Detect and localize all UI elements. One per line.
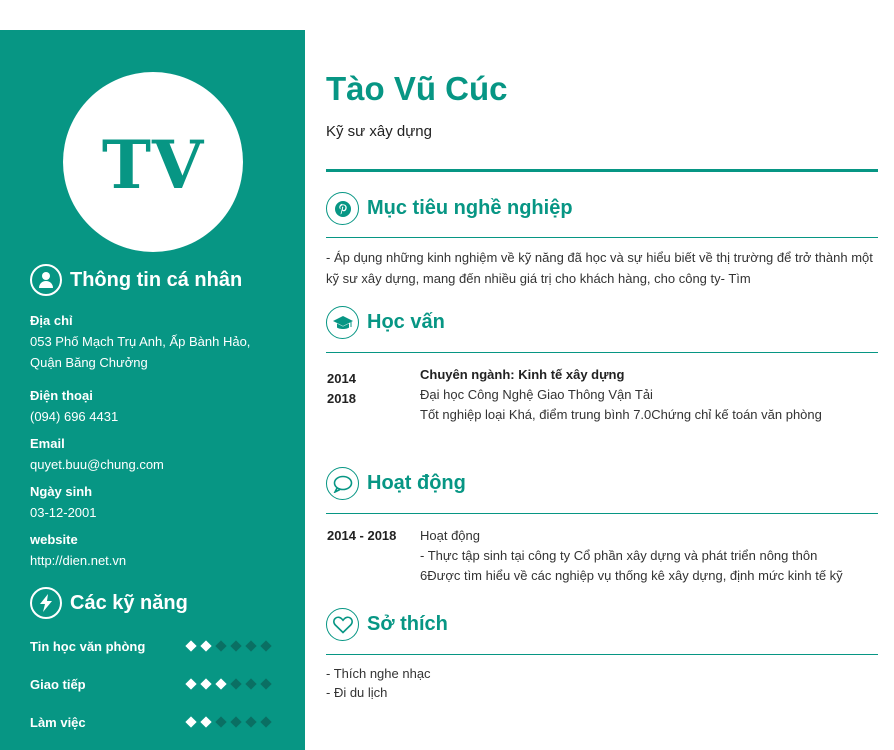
activities-divider [326, 513, 878, 514]
sidebar: TV Thông tin cá nhân Địa chỉ 053 Phố Mạc… [0, 30, 305, 750]
activities-period: 2014 - 2018 [327, 528, 397, 543]
hobbies-divider [326, 654, 878, 655]
skill-row-work: Làm việc [30, 712, 280, 732]
lightning-icon [30, 587, 62, 619]
skill-diamond-empty [245, 640, 257, 652]
phone-value: (094) 696 4431 [30, 409, 119, 424]
skill-name: Làm việc [30, 714, 86, 730]
education-divider [326, 352, 878, 353]
skill-diamond-empty [245, 678, 257, 690]
address-value: 053 Phố Mạch Trụ Anh, Ấp Bành Hảo, Quận … [30, 334, 251, 370]
user-icon [30, 264, 62, 296]
skill-diamond-empty [230, 640, 242, 652]
website-value[interactable]: http://dien.net.vn [30, 550, 280, 571]
hobbies-title: Sở thích [367, 613, 448, 635]
education-end-year: 2018 [327, 391, 356, 406]
skill-diamond-empty [260, 640, 272, 652]
objective-title: Mục tiêu nghề nghiệp [367, 197, 573, 219]
skill-row-office: Tin học văn phòng [30, 636, 280, 656]
skill-diamond-empty [260, 678, 272, 690]
hobbies-heading: Sở thích [326, 608, 448, 641]
skill-name: Tin học văn phòng [30, 638, 146, 654]
skills-heading: Các kỹ năng [30, 587, 188, 619]
heart-icon [326, 608, 359, 641]
skill-rating [185, 640, 272, 652]
skill-diamond-empty [230, 678, 242, 690]
activities-line-1: - Thực tập sinh tại công ty Cổ phần xây … [420, 548, 818, 563]
objective-text: - Áp dụng những kinh nghiệm về kỹ năng đ… [326, 250, 873, 286]
education-detail: Tốt nghiệp loại Khá, điểm trung bình 7.0… [420, 407, 822, 422]
website-label: website [30, 532, 78, 547]
education-start-year: 2014 [327, 371, 356, 386]
activities-title-text: Hoạt động [420, 528, 480, 543]
objective-heading: Mục tiêu nghề nghiệp [326, 192, 573, 225]
skill-diamond-empty [215, 716, 227, 728]
phone-label: Điện thoại [30, 388, 93, 403]
education-title: Học vấn [367, 311, 445, 333]
objective-divider [326, 237, 878, 238]
skill-diamond-filled [215, 678, 227, 690]
candidate-name: Tào Vũ Cúc [326, 70, 508, 107]
activities-line-2: 6Được tìm hiểu về các nghiệp vụ thống kê… [420, 568, 843, 583]
skill-diamond-filled [200, 716, 212, 728]
skill-row-communication: Giao tiếp [30, 674, 280, 694]
avatar: TV [63, 72, 243, 252]
education-major: Chuyên ngành: Kinh tế xây dựng [420, 367, 625, 382]
personal-info-heading: Thông tin cá nhân [30, 264, 242, 296]
skill-diamond-filled [185, 678, 197, 690]
hobby-item: - Đi du lịch [326, 685, 388, 700]
activities-heading: Hoạt động [326, 467, 466, 500]
skill-diamond-filled [200, 640, 212, 652]
pinterest-icon [326, 192, 359, 225]
skill-rating [185, 678, 272, 690]
skill-diamond-empty [230, 716, 242, 728]
header-divider [326, 169, 878, 172]
skill-rating [185, 716, 272, 728]
avatar-initials: TV [101, 126, 205, 204]
address-label: Địa chỉ [30, 313, 73, 328]
education-heading: Học vấn [326, 306, 445, 339]
job-title: Kỹ sư xây dựng [326, 123, 432, 140]
skill-diamond-empty [260, 716, 272, 728]
chat-bubble-icon [326, 467, 359, 500]
hobby-item: - Thích nghe nhạc [326, 666, 431, 681]
skill-diamond-filled [185, 716, 197, 728]
skill-diamond-filled [185, 640, 197, 652]
skill-diamond-empty [245, 716, 257, 728]
graduation-cap-icon [326, 306, 359, 339]
birthday-label: Ngày sinh [30, 484, 93, 499]
skill-diamond-empty [215, 640, 227, 652]
skill-name: Giao tiếp [30, 676, 86, 692]
skill-diamond-filled [200, 678, 212, 690]
email-label: Email [30, 436, 65, 451]
education-school: Đại học Công Nghệ Giao Thông Vận Tải [420, 387, 653, 402]
skills-title: Các kỹ năng [70, 591, 188, 614]
activities-title: Hoạt động [367, 472, 466, 494]
birthday-value: 03-12-2001 [30, 505, 97, 520]
personal-info-title: Thông tin cá nhân [70, 268, 243, 291]
email-value[interactable]: quyet.buu@chung.com [30, 454, 280, 475]
